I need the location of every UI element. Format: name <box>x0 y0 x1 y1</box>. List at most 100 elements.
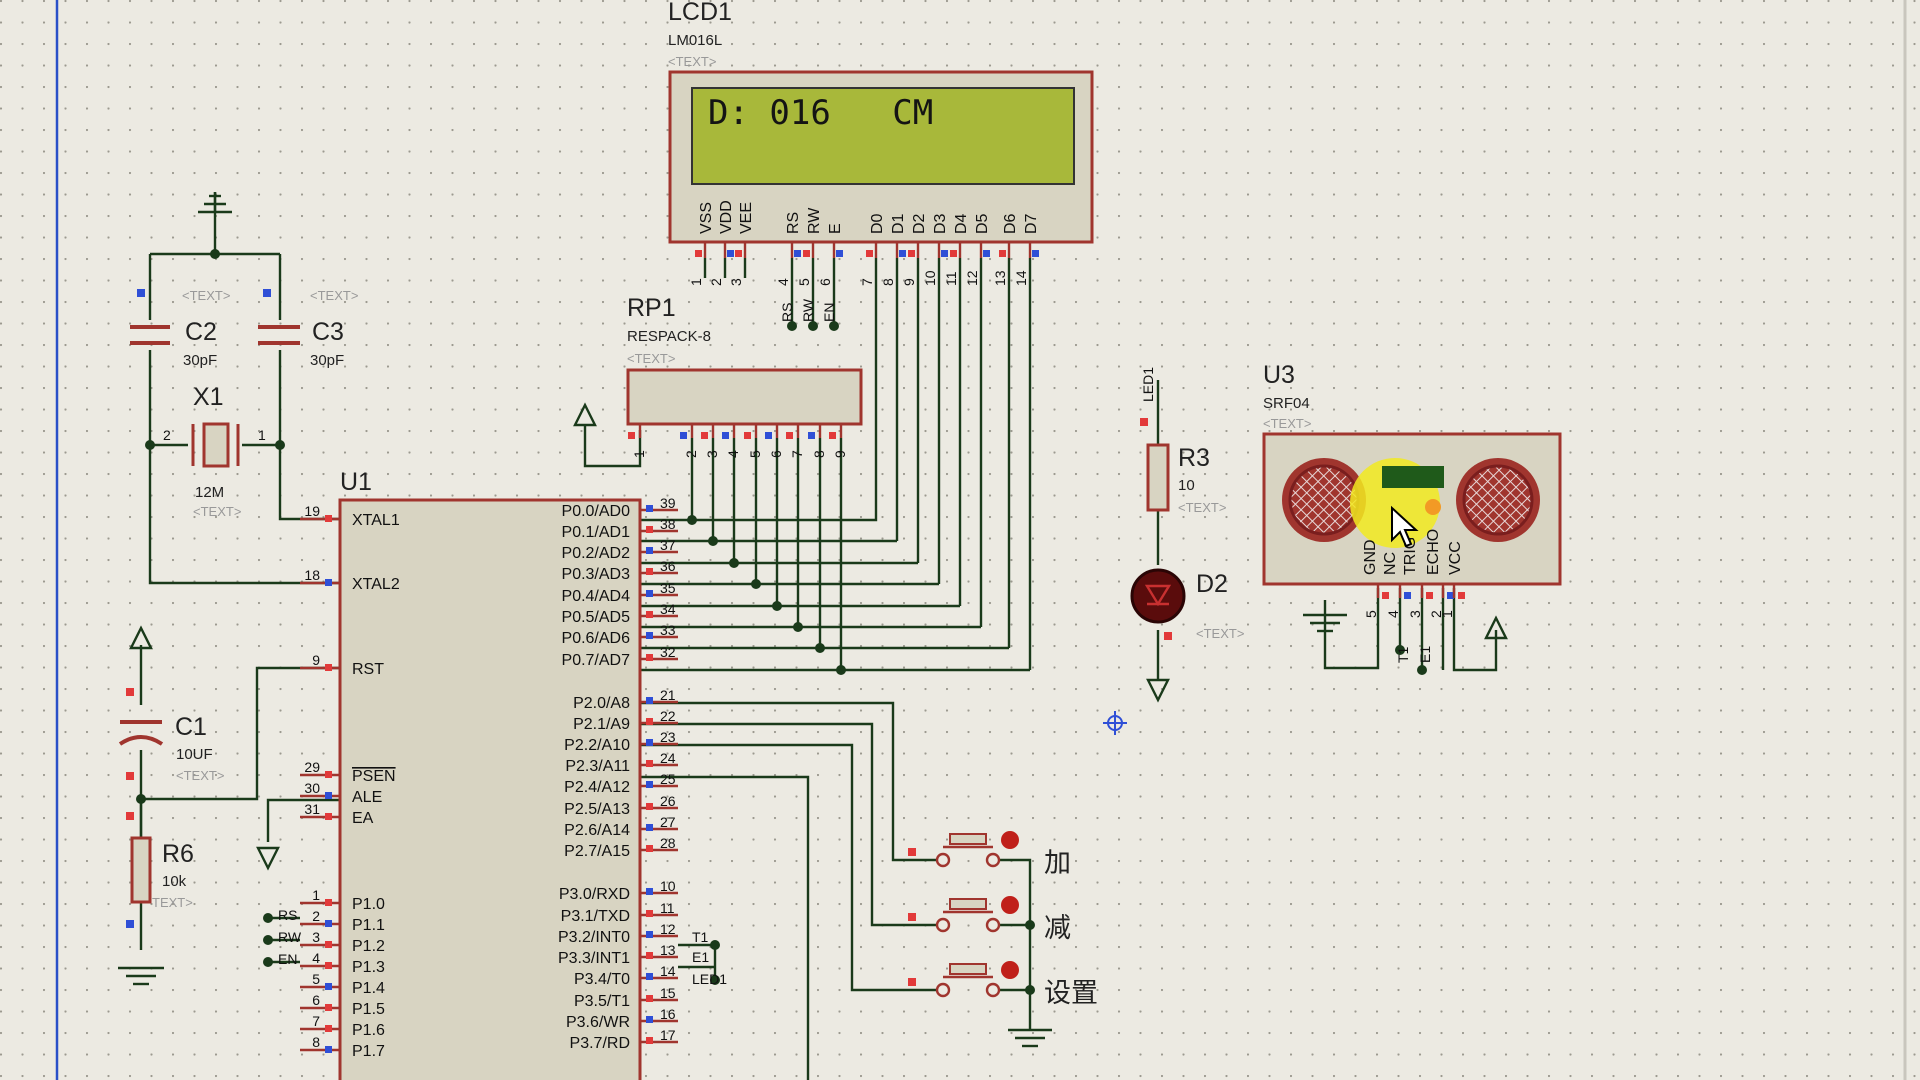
u3-pin-state <box>1426 592 1433 599</box>
c1-ref: C1 <box>175 713 207 741</box>
u1-right-pin-number: 34 <box>660 601 676 617</box>
u1-right-pin-number: 16 <box>660 1006 676 1022</box>
u1-pin-state <box>646 568 653 575</box>
u1-pin-state <box>646 803 653 810</box>
u1-right-pin-number: 10 <box>660 878 676 894</box>
u1-right-pin-name: P3.6/WR <box>566 1014 630 1031</box>
u1-pin-state <box>646 888 653 895</box>
lcd-pin-state <box>803 250 810 257</box>
lcd-pin-state <box>941 250 948 257</box>
u1-pin-state <box>325 1004 332 1011</box>
u1-net-rs: RS <box>278 907 297 923</box>
u3-net-t1: T1 <box>1395 646 1411 663</box>
u3-part: SRF04 <box>1263 395 1310 412</box>
u1-left-pin-number: 29 <box>304 759 320 775</box>
lcd-pin-label: D1 <box>890 213 907 234</box>
rp1-pin-number: 1 <box>631 450 647 458</box>
u1-left-pin-name: RST <box>352 661 384 678</box>
rp1-pin-state <box>786 432 793 439</box>
lcd-pin-label: D6 <box>1002 213 1019 234</box>
u1-right-pin-name: P2.3/A11 <box>565 758 630 775</box>
c2-value: 30pF <box>183 352 217 369</box>
lcd-pin-number: 7 <box>859 278 875 286</box>
u1-left-pin-name: P1.3 <box>352 959 385 976</box>
u1-pin-state <box>646 611 653 618</box>
rp1-pin-state <box>680 432 687 439</box>
lcd-pin-state <box>735 250 742 257</box>
u1-pin-state <box>646 973 653 980</box>
u1-net-t1: T1 <box>692 929 709 945</box>
r3-net-led1: LED1 <box>1140 367 1156 402</box>
u1-right-pin-name: P2.4/A12 <box>564 779 630 796</box>
rp1-pin-number: 5 <box>747 450 763 458</box>
lcd-pin-label: D2 <box>911 213 928 234</box>
u1-left-pin-number: 4 <box>312 950 320 966</box>
lcd-line-1: D: 016 CM <box>708 93 933 133</box>
rp1-body <box>626 368 863 426</box>
u1-right-pin-name: P2.0/A8 <box>573 695 630 712</box>
d2-ref: D2 <box>1196 570 1228 598</box>
c2-ref: C2 <box>185 318 217 346</box>
button-sub-label: 减 <box>1044 913 1071 943</box>
u1-right-pin-number: 13 <box>660 942 676 958</box>
u1-right-pin-number: 27 <box>660 814 676 830</box>
u1-pin-state <box>325 771 332 778</box>
lcd-pin-state <box>983 250 990 257</box>
u1-left-pin-number: 5 <box>312 971 320 987</box>
button-set-label: 设置 <box>1044 978 1098 1008</box>
lcd-pin-label: D5 <box>974 213 991 234</box>
u1-left-pin-number: 30 <box>304 780 320 796</box>
u3-pin-state <box>1382 592 1389 599</box>
u1-pin-state <box>325 899 332 906</box>
u1-pin-state <box>646 845 653 852</box>
u1-pin-state <box>646 739 653 746</box>
u1-left-pin-number: 3 <box>312 929 320 945</box>
u1-net-led1: LED1 <box>692 971 727 987</box>
lcd-pin-label: D3 <box>932 213 949 234</box>
u1-right-pin-name: P0.3/AD3 <box>562 566 631 583</box>
u1-left-pin-number: 7 <box>312 1013 320 1029</box>
u3-net-e1: E1 <box>1417 646 1433 663</box>
u1-left-pin-name: P1.1 <box>352 917 385 934</box>
lcd-ref: LCD1 <box>668 0 732 26</box>
u3-pin-label: ECHO <box>1425 529 1442 575</box>
u1-left-pin-name: PSEN <box>352 768 396 785</box>
u1-right-pin-name: P0.0/AD0 <box>562 503 631 520</box>
u1-pin-state <box>646 654 653 661</box>
u1-right-pin-number: 35 <box>660 580 676 596</box>
u1-pin-state <box>325 664 332 671</box>
lcd-pin-number: 10 <box>922 270 938 286</box>
u1-pin-state <box>646 505 653 512</box>
rp1-pin-state <box>829 432 836 439</box>
schematic-canvas[interactable]: LCD1 LM016L <TEXT> D: 016 CM VSS VDD VEE RS… <box>0 0 1920 1080</box>
rp1-pin-number: 9 <box>832 450 848 458</box>
u3-pin-label: GND <box>1362 539 1379 575</box>
u3-pin-number: 3 <box>1407 610 1423 618</box>
u1-right-pin-number: 28 <box>660 835 676 851</box>
u1-pin-state <box>325 983 332 990</box>
u1-right-pin-number: 12 <box>660 921 676 937</box>
u3-text-placeholder: <TEXT> <box>1263 416 1311 431</box>
c1-value: 10UF <box>176 746 213 763</box>
lcd-pin-label: D4 <box>953 213 970 234</box>
lcd-pin-label: VDD <box>718 200 735 234</box>
u1-right-pin-number: 14 <box>660 963 676 979</box>
u1-pin-state <box>646 824 653 831</box>
u1-microcontroller[interactable]: U1 19 XTAL1 18 XTAL2 9 RST 29 PSEN 30 ALE 31 EA 1 P1.… <box>278 468 727 1080</box>
rp1-pin-state <box>722 432 729 439</box>
lcd-pin-number: 6 <box>817 278 833 286</box>
lcd-pin-state <box>727 250 734 257</box>
u1-right-pin-name: P0.1/AD1 <box>562 524 631 541</box>
u1-left-pin-name: P1.2 <box>352 938 385 955</box>
u1-right-pin-number: 36 <box>660 558 676 574</box>
u1-pin-state <box>646 590 653 597</box>
lcd-pin-state <box>950 250 957 257</box>
u1-right-pin-number: 33 <box>660 622 676 638</box>
rp1-pin-state <box>808 432 815 439</box>
c1-text-placeholder: <TEXT> <box>176 768 224 783</box>
u3-pin-label: VCC <box>1447 541 1464 575</box>
c3-ref: C3 <box>312 318 344 346</box>
u1-net-e1: E1 <box>692 949 709 965</box>
r3-text-placeholder: <TEXT> <box>1178 500 1226 515</box>
u1-pin-state <box>646 1037 653 1044</box>
